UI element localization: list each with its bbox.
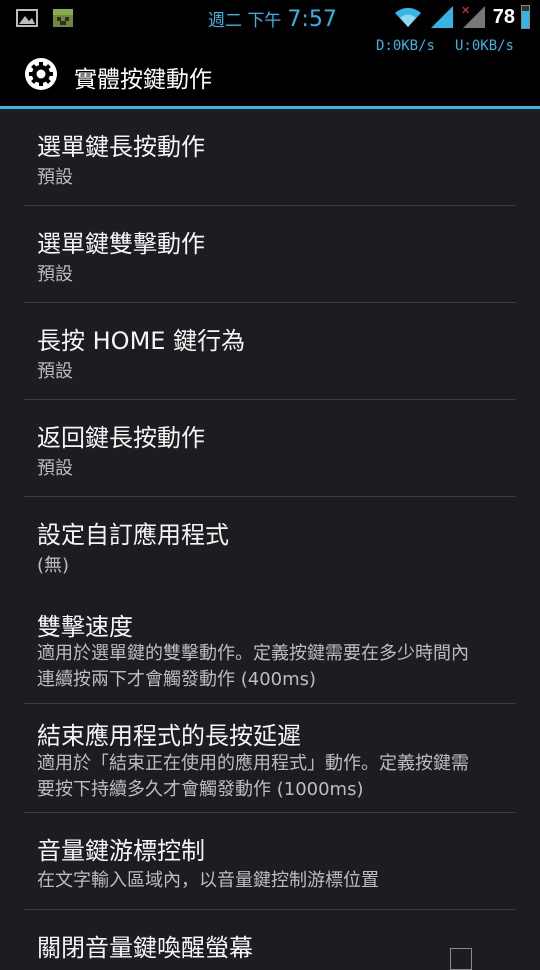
pref-back-long-press[interactable]: 返回鍵長按動作 預設 bbox=[0, 400, 540, 497]
pref-double-tap-speed[interactable]: 雙擊速度 適用於選單鍵的雙擊動作。定義按鍵需要在多少時間內連續按兩下才會觸發動作… bbox=[0, 594, 540, 704]
pref-summary: 預設 bbox=[37, 167, 73, 188]
battery-icon bbox=[521, 5, 530, 29]
pref-menu-long-press[interactable]: 選單鍵長按動作 預設 bbox=[0, 109, 540, 206]
pref-checkbox[interactable] bbox=[450, 948, 472, 970]
status-bar: 週二 下午 7:57 ✕ 78 bbox=[0, 0, 540, 38]
pref-title: 雙擊速度 bbox=[37, 613, 133, 641]
pref-title: 返回鍵長按動作 bbox=[37, 424, 205, 452]
pref-title: 結束應用程式的長按延遲 bbox=[37, 722, 301, 750]
status-clock: 週二 下午 7:57 bbox=[208, 6, 337, 32]
status-time: 7:57 bbox=[287, 7, 337, 32]
upload-speed: U:0KB/s bbox=[454, 38, 514, 54]
app-notification-icon bbox=[53, 9, 73, 27]
pref-summary: 適用於選單鍵的雙擊動作。定義按鍵需要在多少時間內連續按兩下才會觸發動作 (400… bbox=[37, 643, 469, 690]
pref-title: 長按 HOME 鍵行為 bbox=[37, 327, 246, 355]
pref-summary: 預設 bbox=[37, 361, 73, 382]
pref-title: 關閉音量鍵喚醒螢幕 bbox=[37, 934, 253, 962]
pref-custom-app[interactable]: 設定自訂應用程式 (無) bbox=[0, 497, 540, 594]
pref-home-long-press[interactable]: 長按 HOME 鍵行為 預設 bbox=[0, 303, 540, 400]
status-day: 週二 下午 bbox=[208, 11, 282, 31]
pref-summary: (無) bbox=[37, 555, 70, 576]
svg-text:✕: ✕ bbox=[461, 5, 470, 17]
pref-menu-double-tap[interactable]: 選單鍵雙擊動作 預設 bbox=[0, 206, 540, 303]
pref-volume-cursor[interactable]: 音量鍵游標控制 在文字輸入區域內，以音量鍵控制游標位置 bbox=[0, 813, 540, 910]
pref-title: 選單鍵雙擊動作 bbox=[37, 230, 205, 258]
pref-title: 音量鍵游標控制 bbox=[37, 837, 205, 865]
page-title: 實體按鍵動作 bbox=[74, 67, 212, 93]
pref-summary: 在文字輸入區域內，以音量鍵控制游標位置 bbox=[37, 870, 379, 891]
signal-no-data-icon: ✕ bbox=[461, 5, 485, 28]
pref-title: 選單鍵長按動作 bbox=[37, 133, 205, 161]
pref-title: 設定自訂應用程式 bbox=[37, 521, 229, 549]
battery-percent: 78 bbox=[492, 5, 515, 28]
wifi-icon bbox=[394, 7, 421, 27]
pref-kill-app-delay[interactable]: 結束應用程式的長按延遲 適用於「結束正在使用的應用程式」動作。定義按鍵需要按下持… bbox=[0, 704, 540, 813]
pref-summary: 預設 bbox=[37, 458, 73, 479]
signal-icon bbox=[430, 6, 453, 28]
download-speed: D:0KB/s bbox=[375, 38, 435, 54]
gear-icon bbox=[25, 58, 57, 90]
pref-summary: 預設 bbox=[37, 264, 73, 285]
network-speed: D:0KB/s U:0KB/s bbox=[376, 38, 514, 60]
gallery-notification-icon bbox=[16, 9, 38, 27]
preference-list: 選單鍵長按動作 預設 選單鍵雙擊動作 預設 長按 HOME 鍵行為 預設 返回鍵… bbox=[0, 109, 540, 970]
pref-summary: 適用於「結束正在使用的應用程式」動作。定義按鍵需要按下持續多久才會觸發動作 (1… bbox=[37, 753, 469, 800]
pref-disable-volume-wake[interactable]: 關閉音量鍵喚醒螢幕 bbox=[0, 910, 540, 970]
